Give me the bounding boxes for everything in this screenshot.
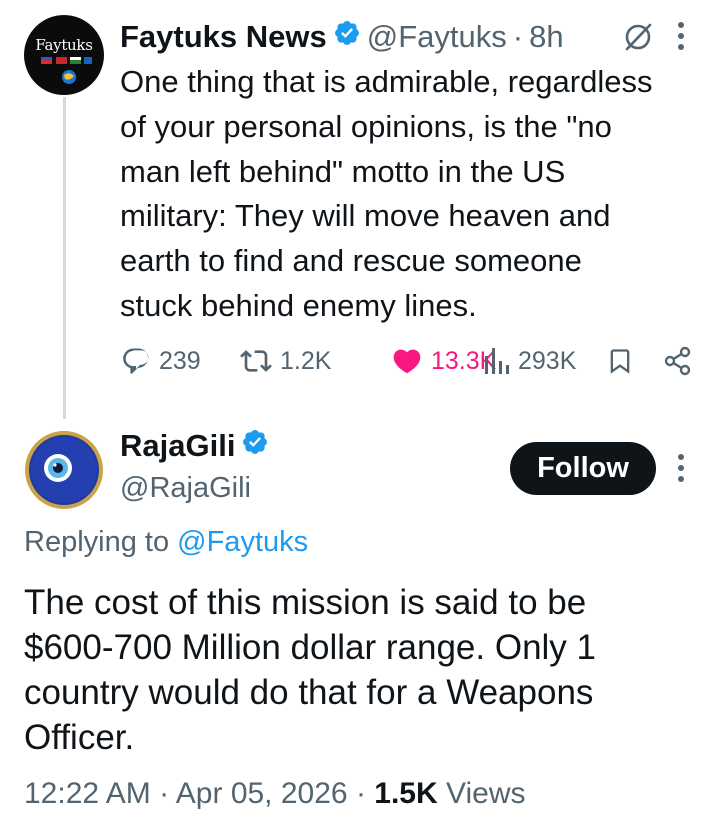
- replying-to-prefix: Replying to: [24, 526, 170, 558]
- reply-time[interactable]: 12:22 AM: [24, 777, 151, 810]
- tweet-time-ago[interactable]: 8h: [529, 19, 563, 55]
- reply-display-name[interactable]: RajaGili: [120, 428, 235, 464]
- reply-author-name-row: RajaGili: [120, 426, 275, 466]
- header-separator: ·: [512, 19, 524, 54]
- reply-views-count: 1.5K: [374, 777, 438, 810]
- grok-icon[interactable]: [623, 22, 653, 52]
- bookmark-action[interactable]: [606, 342, 634, 380]
- reply-action[interactable]: 239: [121, 342, 201, 380]
- like-action[interactable]: 13.3K: [391, 342, 496, 380]
- retweet-action[interactable]: 1.2K: [240, 342, 331, 380]
- meta-separator: ·: [159, 777, 170, 810]
- reply-author-handle[interactable]: @RajaGili: [120, 472, 251, 505]
- retweet-icon: [240, 350, 272, 372]
- retweet-count: 1.2K: [280, 346, 332, 375]
- views-chart-icon: [485, 348, 509, 374]
- replying-to-line: Replying to @Faytuks: [24, 526, 308, 559]
- verified-badge-icon: [241, 428, 269, 464]
- verified-badge-icon: [333, 19, 361, 55]
- more-options-icon[interactable]: [674, 20, 688, 52]
- author-handle[interactable]: @Faytuks: [367, 19, 507, 55]
- avatar-emblem: [41, 57, 92, 84]
- rajagili-avatar[interactable]: [24, 430, 104, 510]
- heart-filled-icon: [393, 349, 421, 374]
- views-action[interactable]: 293K: [484, 342, 576, 380]
- bookmark-icon: [610, 349, 630, 374]
- views-count: 293K: [518, 346, 577, 375]
- faytuks-avatar[interactable]: Faytuks: [24, 15, 104, 95]
- reply-count: 239: [159, 346, 201, 375]
- reply-icon: [123, 348, 149, 374]
- reply-meta-line: 12:22 AM · Apr 05, 2026 · 1.5K Views: [24, 777, 525, 811]
- parent-tweet-header: Faytuks News @Faytuks · 8h: [120, 17, 564, 57]
- reply-date[interactable]: Apr 05, 2026: [176, 777, 348, 810]
- parent-tweet-text: One thing that is admirable, regardless …: [120, 64, 653, 323]
- more-options-icon[interactable]: [674, 452, 688, 484]
- reply-tweet-text: The cost of this mission is said to be $…: [24, 583, 596, 757]
- thread-line: [63, 97, 66, 419]
- share-icon: [664, 346, 691, 376]
- follow-button[interactable]: Follow: [510, 442, 656, 495]
- share-action[interactable]: [663, 342, 693, 380]
- replying-to-mention[interactable]: @Faytuks: [177, 526, 308, 558]
- meta-separator: ·: [355, 777, 366, 810]
- author-display-name[interactable]: Faytuks News: [120, 19, 327, 55]
- reply-views-label: Views: [446, 777, 526, 810]
